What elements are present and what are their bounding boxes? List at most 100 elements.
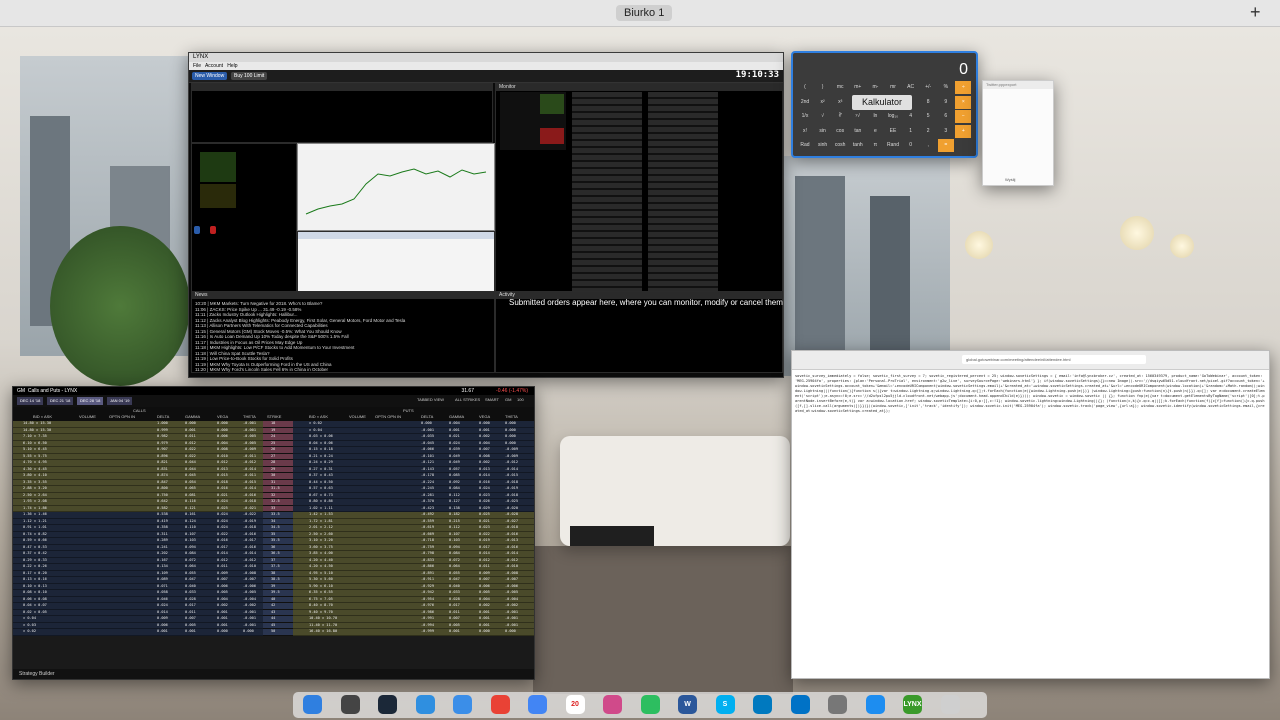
put-bid-ask[interactable]: 1.02 × 1.11 bbox=[309, 506, 333, 512]
call-bid-ask[interactable]: × 0.04 bbox=[23, 616, 36, 622]
call-bid-ask[interactable]: 0.08 × 0.10 bbox=[23, 590, 47, 596]
put-bid-ask[interactable]: 4.20 × 4.40 bbox=[309, 558, 333, 564]
browser-url-bar[interactable]: global.gotowebinar.com/meeting/attendee/… bbox=[962, 355, 1146, 364]
calculator-key[interactable]: 6 bbox=[938, 110, 954, 123]
dock-chrome-icon[interactable] bbox=[490, 695, 510, 714]
calculator-key[interactable]: x² bbox=[815, 96, 831, 109]
calculator-key[interactable]: e bbox=[867, 125, 883, 138]
dock-skype-icon[interactable]: S bbox=[715, 695, 735, 714]
menu-file[interactable]: File bbox=[193, 63, 201, 69]
order-preset-label[interactable]: Buy 100 Limit bbox=[231, 72, 268, 80]
calculator-key[interactable]: mc bbox=[832, 81, 848, 94]
dock-outlook-icon[interactable] bbox=[790, 695, 810, 714]
put-bid-ask[interactable]: 5.30 × 5.60 bbox=[309, 577, 333, 583]
put-bid-ask[interactable]: 0.04 × 0.06 bbox=[309, 441, 333, 447]
buy-button[interactable] bbox=[194, 226, 200, 234]
calculator-key[interactable]: 0 bbox=[903, 139, 919, 152]
put-bid-ask[interactable]: 4.20 × 4.50 bbox=[309, 564, 333, 570]
sell-button[interactable] bbox=[210, 226, 216, 234]
small-window-send-button[interactable]: Wyślij bbox=[1005, 177, 1015, 182]
strategy-builder-button[interactable]: Strategy Builder bbox=[19, 671, 55, 677]
call-bid-ask[interactable]: 5.10 × 6.45 bbox=[23, 447, 47, 453]
put-bid-ask[interactable]: 0.21 × 0.24 bbox=[309, 454, 333, 460]
call-bid-ask[interactable]: 0.59 × 0.66 bbox=[23, 538, 47, 544]
put-bid-ask[interactable]: × 0.02 bbox=[309, 421, 322, 427]
expiry-tab[interactable]: DEC 21 '18 bbox=[47, 397, 74, 405]
monitor-panel[interactable]: Monitor bbox=[495, 83, 783, 295]
calculator-key[interactable]: log₁₀ bbox=[885, 110, 901, 123]
calculator-key[interactable]: 4 bbox=[903, 110, 919, 123]
menu-help[interactable]: Help bbox=[227, 63, 237, 69]
new-window-button[interactable]: New Window bbox=[192, 72, 228, 80]
calculator-key[interactable]: + bbox=[955, 124, 972, 138]
browser-source-window[interactable]: global.gotowebinar.com/meeting/attendee/… bbox=[791, 350, 1270, 679]
calculator-key[interactable]: − bbox=[955, 110, 972, 123]
dock-launchpad-icon[interactable] bbox=[340, 695, 360, 714]
put-bid-ask[interactable]: 3.60 × 3.75 bbox=[309, 545, 333, 551]
calculator-key[interactable]: ) bbox=[815, 81, 831, 94]
exchange-select[interactable]: SMART bbox=[485, 397, 499, 402]
strike-filter[interactable]: ALL STRIKES bbox=[455, 397, 480, 402]
dock-calendar-icon[interactable]: 20 bbox=[565, 695, 585, 714]
call-bid-ask[interactable]: 14.80 × 15.30 bbox=[23, 428, 51, 434]
calculator-key[interactable]: EE bbox=[885, 125, 901, 138]
call-bid-ask[interactable]: 14.80 × 15.30 bbox=[23, 421, 51, 427]
order-entry-panel[interactable] bbox=[191, 83, 493, 143]
calculator-key[interactable]: 8 bbox=[920, 96, 936, 109]
call-bid-ask[interactable]: 0.10 × 0.13 bbox=[23, 584, 47, 590]
underlying-select[interactable]: GM bbox=[505, 397, 511, 402]
calculator-key[interactable]: π bbox=[867, 139, 883, 152]
put-bid-ask[interactable]: 0.80 × 0.86 bbox=[309, 499, 333, 505]
call-bid-ask[interactable]: 0.06 × 0.08 bbox=[23, 597, 47, 603]
add-space-button[interactable]: + bbox=[1250, 2, 1261, 23]
dock-evernote-icon[interactable] bbox=[640, 695, 660, 714]
dock-word-icon[interactable]: W bbox=[678, 695, 697, 714]
call-bid-ask[interactable]: 3.35 × 3.55 bbox=[23, 480, 47, 486]
tabbed-view-toggle[interactable]: TABBED VIEW bbox=[417, 397, 444, 402]
dock-lynx-icon[interactable]: LYNX bbox=[903, 695, 922, 714]
call-bid-ask[interactable]: 1.36 × 1.46 bbox=[23, 512, 47, 518]
put-bid-ask[interactable]: 0.44 × 0.50 bbox=[309, 480, 333, 486]
small-export-window[interactable]: Twitter.pppexport Wyślij bbox=[982, 80, 1054, 186]
monitor-tab[interactable]: Monitor bbox=[496, 84, 782, 91]
call-bid-ask[interactable]: 0.29 × 0.33 bbox=[23, 558, 47, 564]
desktop-space-label[interactable]: Biurko 1 bbox=[616, 5, 673, 21]
calculator-key[interactable]: ∛ bbox=[832, 110, 848, 123]
call-bid-ask[interactable]: 0.47 × 0.53 bbox=[23, 545, 47, 551]
put-bid-ask[interactable]: 10.40 × 10.70 bbox=[309, 616, 337, 622]
calculator-key[interactable]: +/- bbox=[920, 81, 936, 94]
put-bid-ask[interactable]: 1.42 × 1.53 bbox=[309, 512, 333, 518]
put-bid-ask[interactable]: 0.24 × 0.29 bbox=[309, 460, 333, 466]
put-bid-ask[interactable]: 0.27 × 0.31 bbox=[309, 467, 333, 473]
calculator-key[interactable]: 5 bbox=[920, 110, 936, 123]
dock-trello-icon[interactable] bbox=[753, 695, 772, 714]
calculator-key[interactable]: 1 bbox=[903, 125, 919, 138]
option-chain-row[interactable]: × 0.02 0.001 0.001 0.000 0.000 50 16.40 × 16.8… bbox=[13, 629, 534, 636]
calculator-key[interactable]: × bbox=[955, 95, 972, 109]
calculator-key[interactable]: mr bbox=[885, 81, 901, 94]
call-bid-ask[interactable]: 1.93 × 2.08 bbox=[23, 499, 47, 505]
calculator-key[interactable]: AC bbox=[903, 81, 919, 94]
dock-finder-icon[interactable] bbox=[303, 695, 322, 714]
call-bid-ask[interactable]: 0.13 × 0.16 bbox=[23, 577, 47, 583]
calculator-key[interactable]: m+ bbox=[850, 81, 866, 94]
calculator-key[interactable]: , bbox=[920, 139, 936, 152]
multiplier-select[interactable]: 100 bbox=[517, 397, 524, 402]
call-bid-ask[interactable]: 0.37 × 0.42 bbox=[23, 551, 47, 557]
call-bid-ask[interactable]: 0.04 × 0.07 bbox=[23, 603, 47, 609]
calculator-key[interactable]: sin bbox=[815, 125, 831, 138]
dock-steam-icon[interactable] bbox=[378, 695, 397, 714]
call-bid-ask[interactable]: 7.10 × 7.35 bbox=[23, 434, 47, 440]
put-bid-ask[interactable]: 5.90 × 6.10 bbox=[309, 584, 333, 590]
put-bid-ask[interactable]: 0.57 × 0.63 bbox=[309, 486, 333, 492]
put-bid-ask[interactable]: 2.50 × 2.60 bbox=[309, 532, 333, 538]
calculator-key[interactable]: ( bbox=[797, 81, 813, 94]
calculator-key[interactable]: ln bbox=[867, 110, 883, 123]
call-bid-ask[interactable]: 6.10 × 6.50 bbox=[23, 441, 47, 447]
news-headline[interactable]: 11:20 | MKM Why Ford's Lincoln Sales Fel… bbox=[195, 367, 491, 372]
put-bid-ask[interactable]: 9.40 × 9.70 bbox=[309, 610, 333, 616]
put-bid-ask[interactable]: 0.67 × 0.73 bbox=[309, 493, 333, 499]
calculator-key[interactable]: 3 bbox=[938, 125, 954, 138]
calculator-key[interactable]: 9 bbox=[938, 96, 954, 109]
calculator-key[interactable]: 2nd bbox=[797, 96, 813, 109]
